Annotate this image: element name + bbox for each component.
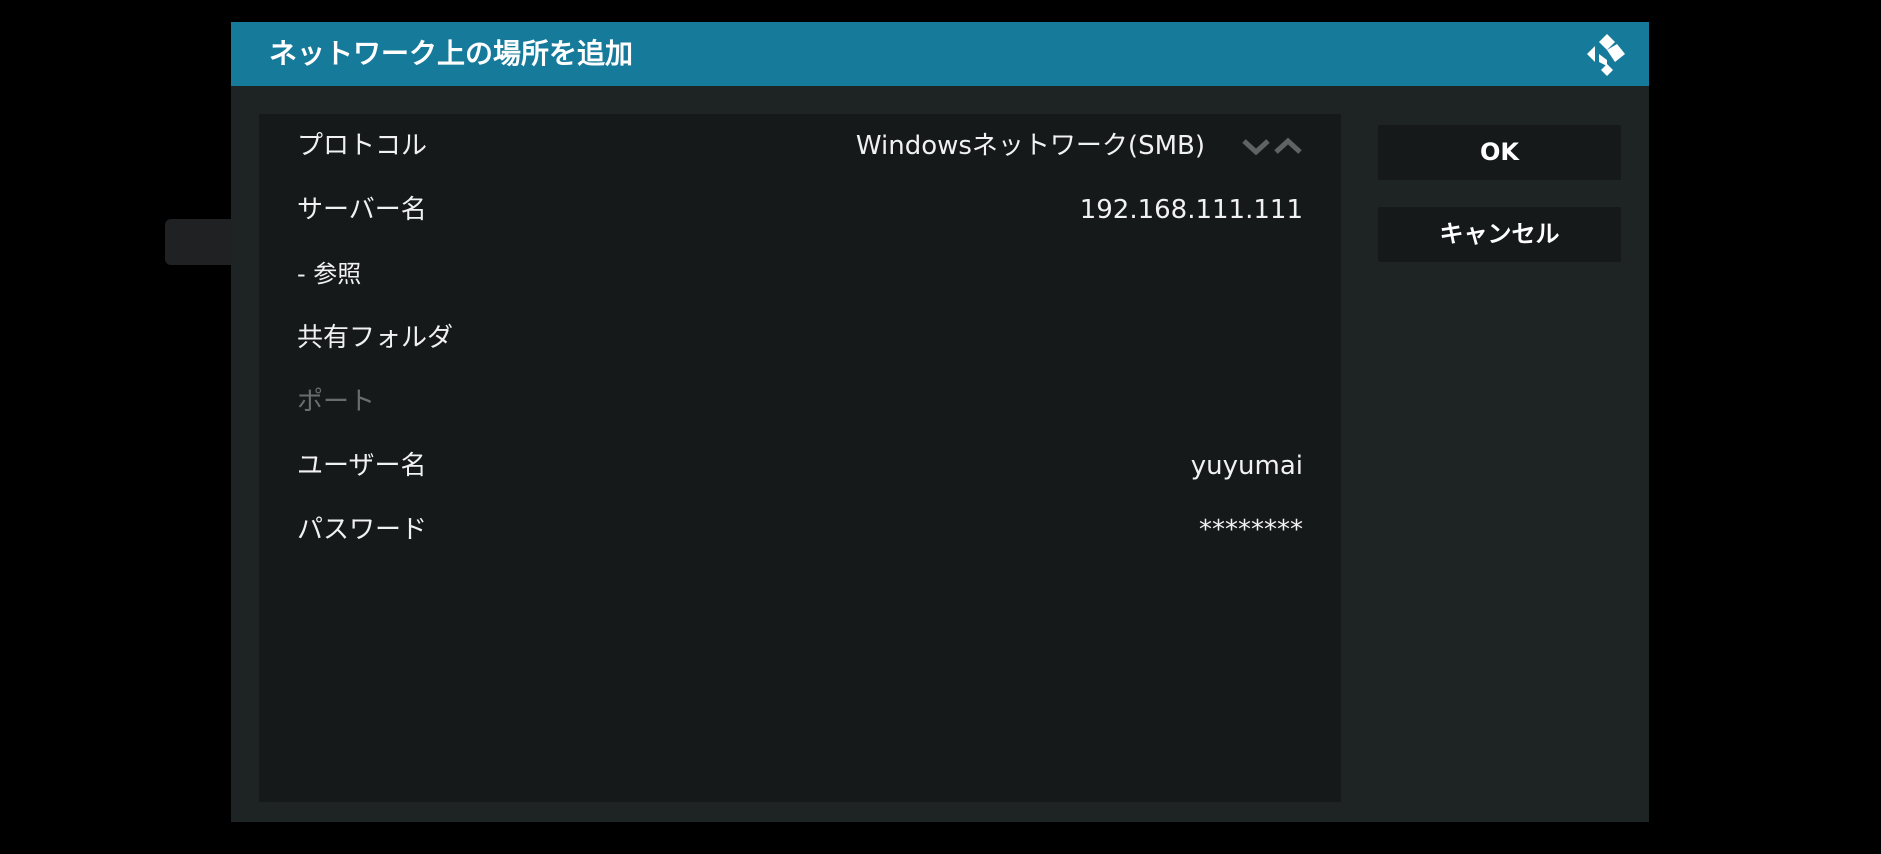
setting-port: ポート bbox=[259, 370, 1341, 434]
settings-list: プロトコル Windowsネットワーク(SMB) サーバー名 192.168.1… bbox=[259, 114, 1341, 802]
chevron-down-icon[interactable] bbox=[1241, 132, 1271, 160]
password-value: ******** bbox=[1199, 515, 1303, 545]
setting-shared-folder[interactable]: 共有フォルダ bbox=[259, 306, 1341, 370]
setting-label: プロトコル bbox=[297, 131, 428, 161]
username-value: yuyumai bbox=[1190, 451, 1303, 481]
setting-label: サーバー名 bbox=[297, 195, 427, 225]
chevron-up-icon[interactable] bbox=[1273, 132, 1303, 160]
setting-protocol[interactable]: プロトコル Windowsネットワーク(SMB) bbox=[259, 114, 1341, 178]
setting-label: ポート bbox=[297, 387, 376, 417]
cancel-button[interactable]: キャンセル bbox=[1378, 207, 1621, 262]
kodi-logo-icon bbox=[1587, 34, 1625, 76]
ok-button[interactable]: OK bbox=[1378, 125, 1621, 180]
setting-label: パスワード bbox=[297, 515, 428, 545]
add-network-location-dialog: ネットワーク上の場所を追加 プロトコル Windowsネットワーク(SMB) サ… bbox=[231, 22, 1649, 822]
setting-browse[interactable]: - 参照 bbox=[259, 242, 1341, 306]
setting-username[interactable]: ユーザー名 yuyumai bbox=[259, 434, 1341, 498]
protocol-spinner bbox=[1241, 132, 1303, 160]
setting-label: - 参照 bbox=[297, 260, 362, 288]
setting-password[interactable]: パスワード ******** bbox=[259, 498, 1341, 562]
setting-label: 共有フォルダ bbox=[297, 323, 454, 353]
protocol-value: Windowsネットワーク(SMB) bbox=[855, 131, 1205, 161]
dialog-title: ネットワーク上の場所を追加 bbox=[269, 37, 634, 70]
setting-label: ユーザー名 bbox=[297, 451, 427, 481]
dialog-header: ネットワーク上の場所を追加 bbox=[231, 22, 1649, 86]
screen: ネットワーク上の場所を追加 プロトコル Windowsネットワーク(SMB) サ… bbox=[0, 0, 1881, 854]
setting-server-name[interactable]: サーバー名 192.168.111.111 bbox=[259, 178, 1341, 242]
server-name-value: 192.168.111.111 bbox=[1079, 195, 1303, 225]
